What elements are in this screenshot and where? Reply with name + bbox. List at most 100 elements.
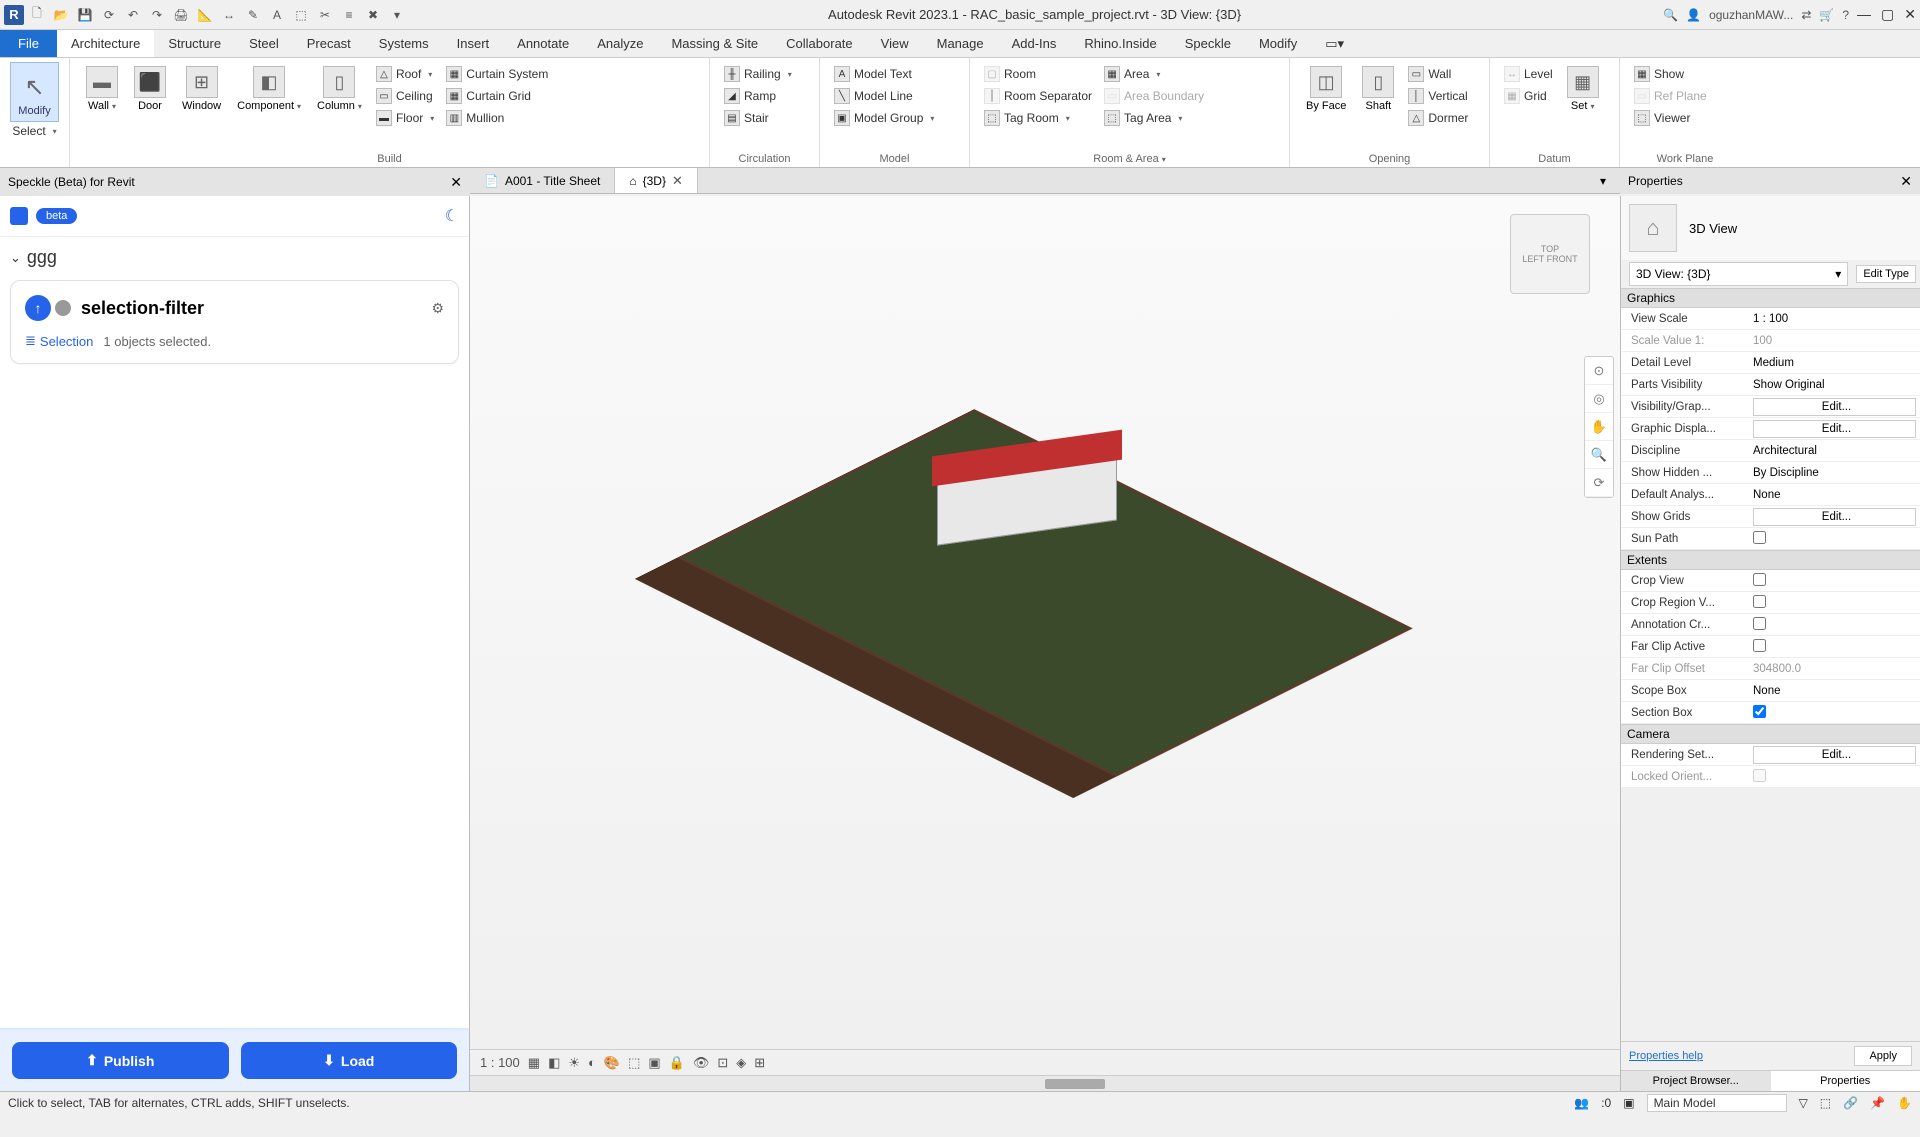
curtain-grid-button[interactable]: ▦Curtain Grid xyxy=(442,86,552,106)
area-button[interactable]: ▦Area xyxy=(1100,64,1208,84)
status-model-icon[interactable]: ▣ xyxy=(1623,1096,1634,1110)
viewer-button[interactable]: ⬚Viewer xyxy=(1630,108,1740,128)
publish-button[interactable]: ⬆ Publish xyxy=(12,1042,229,1079)
qat-measure-icon[interactable]: 📐 xyxy=(196,6,214,24)
crop-view-checkbox[interactable] xyxy=(1749,573,1920,589)
qat-section-icon[interactable]: ✂ xyxy=(316,6,334,24)
tab-addins[interactable]: Add-Ins xyxy=(998,30,1071,57)
tab-annotate[interactable]: Annotate xyxy=(503,30,583,57)
tab-rhino-inside[interactable]: Rhino.Inside xyxy=(1070,30,1170,57)
qat-undo-icon[interactable]: ↶ xyxy=(124,6,142,24)
wall-opening-button[interactable]: ▭Wall xyxy=(1404,64,1472,84)
far-clip-active-checkbox[interactable] xyxy=(1749,639,1920,655)
nav-home-icon[interactable]: ⊙ xyxy=(1585,357,1613,385)
show-button[interactable]: ▦Show xyxy=(1630,64,1740,84)
graphic-display-edit-button[interactable]: Edit... xyxy=(1753,420,1916,438)
show-hidden-value[interactable]: By Discipline xyxy=(1749,467,1920,479)
tab-analyze[interactable]: Analyze xyxy=(583,30,657,57)
floor-button[interactable]: ▬Floor xyxy=(372,108,438,128)
select-dropdown[interactable]: Select xyxy=(10,122,59,140)
tab-massing-site[interactable]: Massing & Site xyxy=(657,30,772,57)
vcb-crop-icon[interactable]: ⬚ xyxy=(628,1055,640,1071)
horizontal-scrollbar[interactable] xyxy=(470,1075,1620,1091)
load-button[interactable]: ⬇ Load xyxy=(241,1042,458,1079)
model-group-button[interactable]: ▣Model Group xyxy=(830,108,959,128)
dark-mode-icon[interactable]: ☾ xyxy=(445,206,459,226)
tab-precast[interactable]: Precast xyxy=(293,30,365,57)
stair-button[interactable]: ▤Stair xyxy=(720,108,809,128)
tab-speckle[interactable]: Speckle xyxy=(1171,30,1245,57)
vertical-button[interactable]: │Vertical xyxy=(1404,86,1472,106)
room-area-group-label[interactable]: Room & Area xyxy=(970,153,1289,165)
apply-button[interactable]: Apply xyxy=(1854,1046,1912,1066)
upload-icon[interactable]: ↑ xyxy=(25,295,51,321)
view-instance-combo[interactable]: 3D View: {3D}▾ xyxy=(1629,262,1848,286)
doctab-dropdown-icon[interactable]: ▾ xyxy=(1586,168,1620,193)
status-select-icon[interactable]: ⬚ xyxy=(1820,1096,1831,1110)
show-grids-edit-button[interactable]: Edit... xyxy=(1753,508,1916,526)
vcb-crop-region-icon[interactable]: ▣ xyxy=(648,1055,660,1071)
dormer-button[interactable]: △Dormer xyxy=(1404,108,1472,128)
user-name[interactable]: oguzhanMAW... xyxy=(1709,8,1793,22)
tab-view[interactable]: View xyxy=(867,30,923,57)
window-button[interactable]: ⊞Window xyxy=(176,62,227,128)
vcb-style-icon[interactable]: ◧ xyxy=(548,1055,560,1071)
railing-button[interactable]: ╫Railing xyxy=(720,64,809,84)
scale-display[interactable]: 1 : 100 xyxy=(480,1055,520,1070)
design-option-combo[interactable]: Main Model xyxy=(1647,1094,1787,1112)
vcb-shadow-icon[interactable]: ◐ xyxy=(588,1055,596,1070)
status-links-icon[interactable]: 🔗 xyxy=(1843,1096,1858,1110)
rendering-edit-button[interactable]: Edit... xyxy=(1753,746,1916,764)
qat-sync-icon[interactable]: ⟳ xyxy=(100,6,118,24)
section-box-checkbox[interactable] xyxy=(1749,705,1920,721)
qat-tag-icon[interactable]: ✎ xyxy=(244,6,262,24)
tab-insert[interactable]: Insert xyxy=(443,30,504,57)
doctab-close-icon[interactable]: ✕ xyxy=(672,173,683,189)
project-header[interactable]: ⌄ ggg xyxy=(10,247,459,268)
maximize-icon[interactable]: ▢ xyxy=(1881,6,1894,23)
file-tab[interactable]: File xyxy=(0,30,57,57)
gear-icon[interactable]: ⚙ xyxy=(431,300,444,317)
vcb-detail-icon[interactable]: ▦ xyxy=(528,1055,540,1071)
ceiling-button[interactable]: ▭Ceiling xyxy=(372,86,438,106)
default-analysis-value[interactable]: None xyxy=(1749,489,1920,501)
qat-print-icon[interactable]: 🖨 xyxy=(172,6,190,24)
discipline-value[interactable]: Architectural xyxy=(1749,445,1920,457)
door-button[interactable]: ⬛Door xyxy=(128,62,172,128)
tab-structure[interactable]: Structure xyxy=(154,30,235,57)
close-icon[interactable]: ✕ xyxy=(1904,6,1916,23)
model-line-button[interactable]: ╲Model Line xyxy=(830,86,959,106)
signin-icon[interactable]: 👤 xyxy=(1686,8,1701,22)
column-button[interactable]: ▯Column xyxy=(311,62,368,128)
edit-type-button[interactable]: Edit Type xyxy=(1856,265,1916,283)
app-exchange-icon[interactable]: ⇄ xyxy=(1801,8,1811,22)
ribbon-collapse-icon[interactable]: ▭▾ xyxy=(1311,30,1358,57)
scope-box-value[interactable]: None xyxy=(1749,685,1920,697)
vcb-analytical-icon[interactable]: ◈ xyxy=(736,1055,746,1071)
wall-button[interactable]: ▬Wall xyxy=(80,62,124,128)
tag-room-button[interactable]: ⬚Tag Room xyxy=(980,108,1096,128)
vcb-sun-icon[interactable]: ☀ xyxy=(568,1055,580,1071)
tab-architecture[interactable]: Architecture xyxy=(57,30,154,57)
tag-area-button[interactable]: ⬚Tag Area xyxy=(1100,108,1208,128)
3d-canvas[interactable]: TOP LEFT FRONT ⊙ ◎ ✋ 🔍 ⟳ xyxy=(470,196,1620,1049)
status-workset-icon[interactable]: 👥 xyxy=(1574,1096,1589,1110)
properties-tab[interactable]: Properties xyxy=(1771,1070,1920,1091)
qat-close-icon[interactable]: ✖ xyxy=(364,6,382,24)
roof-button[interactable]: △Roof xyxy=(372,64,438,84)
tab-collaborate[interactable]: Collaborate xyxy=(772,30,867,57)
vcb-render-icon[interactable]: 🎨 xyxy=(604,1055,620,1071)
detail-level-value[interactable]: Medium xyxy=(1749,357,1920,369)
project-browser-tab[interactable]: Project Browser... xyxy=(1621,1070,1771,1091)
qat-redo-icon[interactable]: ↷ xyxy=(148,6,166,24)
status-pin-icon[interactable]: 📌 xyxy=(1870,1096,1885,1110)
view-scale-value[interactable]: 1 : 100 xyxy=(1749,313,1920,325)
qat-3d-icon[interactable]: ⬚ xyxy=(292,6,310,24)
shaft-button[interactable]: ▯Shaft xyxy=(1356,62,1400,128)
modify-button[interactable]: ↖ Modify xyxy=(10,62,59,122)
tab-modify[interactable]: Modify xyxy=(1245,30,1311,57)
parts-visibility-value[interactable]: Show Original xyxy=(1749,379,1920,391)
sun-path-checkbox[interactable] xyxy=(1749,531,1920,547)
cart-icon[interactable]: 🛒 xyxy=(1819,8,1834,22)
qat-dropdown-icon[interactable]: ▾ xyxy=(388,6,406,24)
